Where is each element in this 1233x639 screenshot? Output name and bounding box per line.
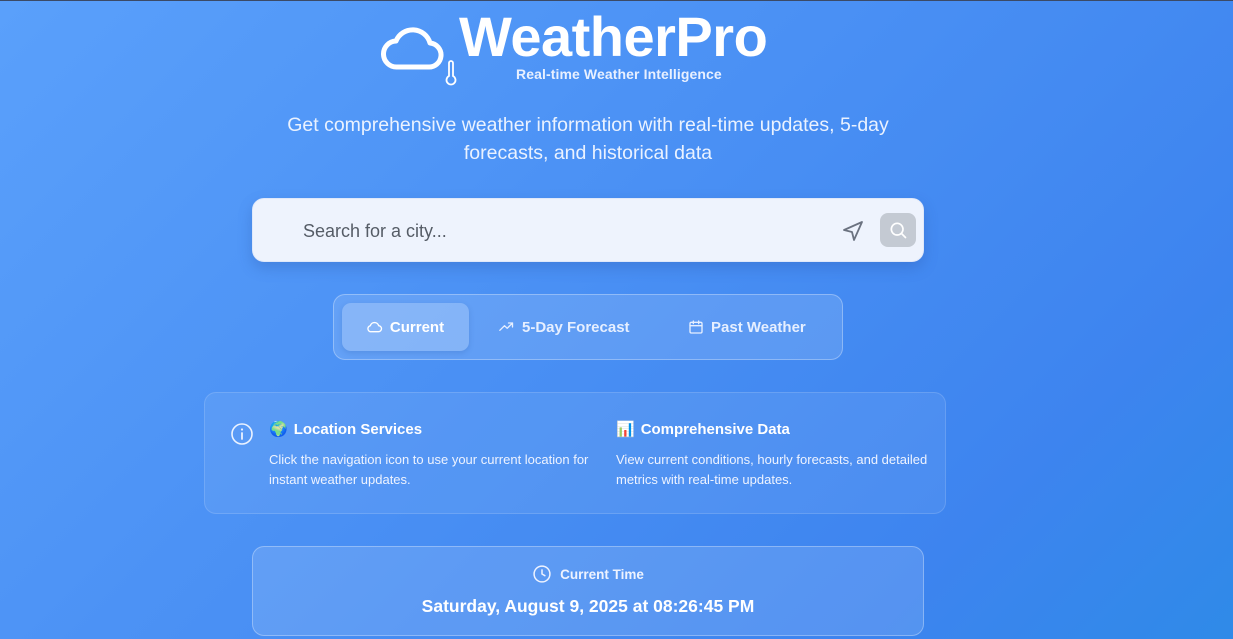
app-logo: WeatherPro Real-time Weather Intelligenc…	[380, 7, 860, 87]
tab-past-weather[interactable]: Past Weather	[688, 303, 818, 351]
info-data-title-row: 📊 Comprehensive Data	[616, 420, 956, 439]
tab-current[interactable]: Current	[342, 303, 469, 351]
thermometer-icon	[445, 60, 457, 86]
current-time-label-row: Current Time	[253, 564, 923, 584]
trending-up-icon	[499, 322, 514, 331]
brand-title: WeatherPro	[459, 5, 768, 68]
info-icon	[231, 423, 253, 445]
current-time-value: Saturday, August 9, 2025 at 08:26:45 PM	[421, 596, 755, 616]
tab-current-label: Current	[389, 318, 445, 336]
globe-icon: 🌍	[269, 421, 288, 438]
info-location-text: Click the navigation icon to use your cu…	[269, 452, 589, 487]
info-data-title: Comprehensive Data	[640, 420, 790, 438]
current-time-card: Current Time Saturday, August 9, 2025 at…	[252, 546, 924, 636]
tab-past-label: Past Weather	[711, 318, 806, 336]
info-data-text: View current conditions, hourly forecast…	[616, 452, 928, 487]
cloud-icon	[367, 321, 383, 333]
clock-icon	[533, 565, 551, 583]
info-card: 🌍 Location Services Click the navigation…	[204, 392, 946, 514]
search-button[interactable]	[880, 213, 916, 247]
navigation-icon[interactable]	[841, 219, 865, 243]
search-bar	[252, 198, 924, 262]
info-location-title-row: 🌍 Location Services	[269, 420, 609, 439]
info-location-title: Location Services	[293, 420, 423, 438]
chart-icon: 📊	[616, 421, 635, 438]
tab-forecast-label: 5-Day Forecast	[522, 318, 630, 336]
info-location-services: 🌍 Location Services Click the navigation…	[269, 420, 609, 490]
tab-forecast[interactable]: 5-Day Forecast	[498, 303, 638, 351]
city-search-input[interactable]	[301, 215, 825, 247]
brand-tagline: Real-time Weather Intelligence	[516, 66, 722, 82]
cloud-icon	[381, 27, 444, 70]
view-tabs: Current 5-Day Forecast Past Weather	[333, 294, 843, 360]
calendar-icon	[689, 320, 703, 334]
info-comprehensive-data: 📊 Comprehensive Data View current condit…	[616, 420, 956, 490]
search-icon	[890, 222, 907, 239]
current-time-label: Current Time	[560, 566, 644, 582]
intro-text: Get comprehensive weather information wi…	[287, 114, 889, 164]
